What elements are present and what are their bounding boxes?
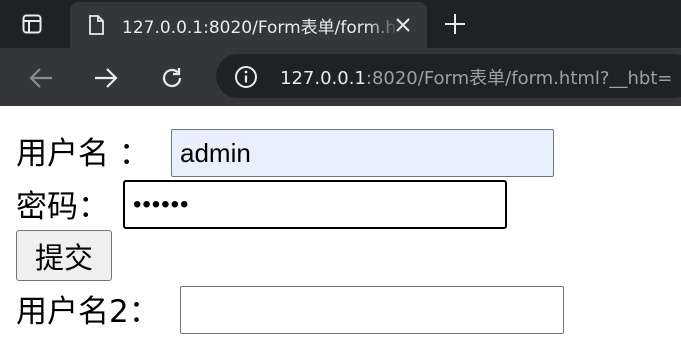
close-icon[interactable] — [395, 17, 411, 37]
username2-label: 用户名2： — [16, 294, 160, 330]
page-content: 用户名 ： 密码： 提交 用户名2： — [0, 106, 681, 358]
address-bar[interactable]: 127.0.0.1:8020/Form表单/form.html?__hbt= — [216, 54, 681, 98]
browser-tab[interactable]: 127.0.0.1:8020/Form表单/form.html — [70, 2, 427, 48]
username2-input[interactable] — [180, 286, 564, 334]
new-tab-icon[interactable] — [444, 13, 466, 39]
info-icon[interactable] — [234, 65, 258, 93]
password-input[interactable] — [123, 180, 507, 229]
page-icon — [88, 15, 104, 39]
address-url: 127.0.0.1:8020/Form表单/form.html?__hbt= — [280, 64, 672, 90]
submit-button[interactable]: 提交 — [16, 230, 112, 281]
back-arrow-icon[interactable] — [28, 67, 54, 93]
tab-search-icon[interactable] — [22, 14, 42, 34]
browser-toolbar: 127.0.0.1:8020/Form表单/form.html?__hbt= — [0, 48, 681, 106]
address-path: :8020/Form表单/form.html?__hbt= — [365, 68, 673, 89]
browser-tab-strip: 127.0.0.1:8020/Form表单/form.html — [0, 0, 681, 48]
username-input[interactable] — [171, 129, 554, 177]
forward-arrow-icon[interactable] — [93, 67, 119, 93]
password-label: 密码： — [16, 189, 109, 225]
username-label: 用户名 ： — [16, 136, 150, 172]
address-host: 127.0.0.1 — [280, 68, 366, 89]
reload-icon[interactable] — [159, 65, 185, 95]
tab-title: 127.0.0.1:8020/Form表单/form.html — [122, 18, 400, 38]
